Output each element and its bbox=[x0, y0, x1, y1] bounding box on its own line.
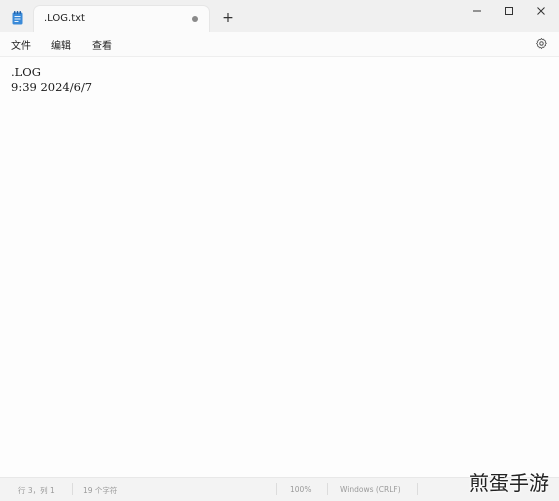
status-divider bbox=[276, 483, 277, 495]
title-bar: .LOG.txt + bbox=[0, 0, 559, 32]
maximize-button[interactable] bbox=[493, 0, 525, 22]
new-tab-button[interactable]: + bbox=[218, 8, 238, 28]
menu-bar: 文件 编辑 查看 bbox=[0, 32, 559, 57]
watermark: 煎蛋手游 bbox=[469, 471, 549, 495]
editor-line-2: 9:39 2024/6/7 bbox=[11, 80, 93, 94]
minimize-icon bbox=[473, 10, 481, 12]
status-divider bbox=[72, 483, 73, 495]
status-divider bbox=[327, 483, 328, 495]
gear-icon[interactable] bbox=[535, 37, 548, 50]
close-icon bbox=[537, 7, 545, 15]
line-ending[interactable]: Windows (CRLF) bbox=[340, 485, 401, 494]
status-divider bbox=[417, 483, 418, 495]
editor-line-1: .LOG bbox=[11, 65, 41, 79]
text-editor[interactable]: .LOG 9:39 2024/6/7 bbox=[0, 57, 559, 477]
tab-log-txt[interactable]: .LOG.txt bbox=[34, 6, 209, 32]
maximize-icon bbox=[505, 7, 513, 15]
character-count: 19 个字符 bbox=[83, 486, 118, 495]
cursor-position: 行 3，列 1 bbox=[18, 486, 55, 495]
close-button[interactable] bbox=[525, 0, 557, 22]
tab-title: .LOG.txt bbox=[44, 13, 85, 24]
menu-file[interactable]: 文件 bbox=[11, 37, 31, 52]
minimize-button[interactable] bbox=[461, 0, 493, 22]
menu-edit[interactable]: 编辑 bbox=[51, 37, 71, 52]
unsaved-dot-icon[interactable] bbox=[192, 16, 198, 22]
menu-view[interactable]: 查看 bbox=[92, 37, 112, 52]
zoom-level[interactable]: 100% bbox=[290, 485, 311, 494]
notepad-icon bbox=[12, 11, 23, 25]
